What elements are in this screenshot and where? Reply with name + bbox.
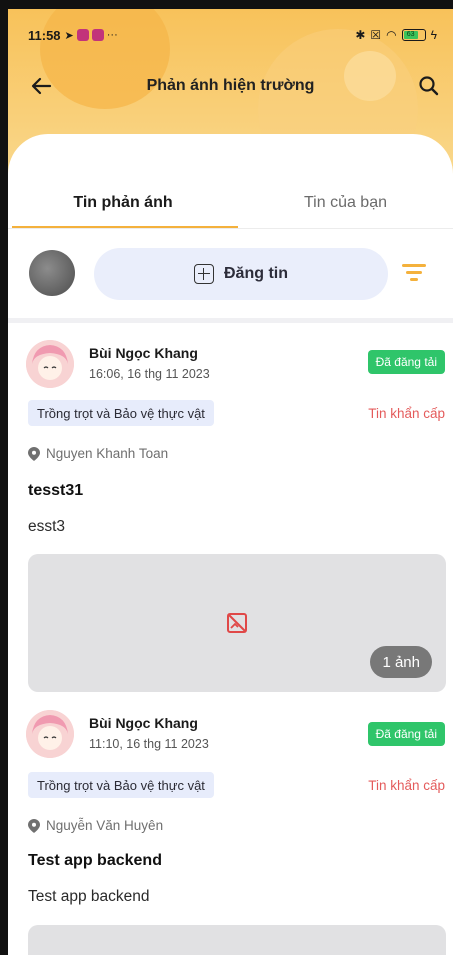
category-tag: Trồng trọt và Bảo vệ thực vật [28,772,214,798]
urgent-label: Tin khẩn cấp [368,406,445,421]
post-title: Test app backend [28,852,162,869]
post-image[interactable] [28,925,446,955]
category-tag: Trồng trọt và Bảo vệ thực vật [28,400,214,426]
post-time: 16:06, 16 thg 11 2023 [89,367,210,381]
location-text: Nguyen Khanh Toan [46,446,169,461]
app-notification-icon [91,29,104,41]
location-row: Nguyễn Văn Huyên [28,818,163,833]
app-bar: Phản ánh hiện trường [8,64,453,108]
urgent-label: Tin khẩn cấp [368,778,445,793]
author-avatar[interactable] [26,340,74,388]
broken-image-icon [227,613,247,633]
tab-tin-phan-anh[interactable]: Tin phản ánh [8,178,238,228]
post-composer: Đăng tin [8,244,453,304]
location-pin-icon [28,818,40,833]
filter-button[interactable] [402,262,426,282]
status-time: 11:58 [28,27,61,43]
window-frame-left [0,0,8,955]
more-notifications-icon: ··· [106,29,118,41]
location-text: Nguyễn Văn Huyên [46,818,164,833]
sim-icon: ☒ [370,28,382,42]
post-time: 11:10, 16 thg 11 2023 [89,737,209,751]
tab-bar: Tin phản ánh Tin của bạn [8,178,453,228]
post-card[interactable]: Bùi Ngọc Khang 11:10, 16 thg 11 2023 Đã … [8,700,453,955]
author-avatar[interactable] [26,710,74,758]
section-separator [8,318,453,323]
post-card[interactable]: Bùi Ngọc Khang 16:06, 16 thg 11 2023 Đã … [8,330,453,700]
search-button[interactable] [415,72,443,100]
image-count-badge: 1 ảnh [370,646,432,678]
wifi-icon: ◠ [386,28,397,42]
post-image[interactable]: 1 ảnh [28,554,446,692]
bluetooth-icon: ✱ [355,28,366,42]
tab-tin-cua-ban[interactable]: Tin của bạn [238,178,453,228]
user-avatar[interactable] [29,250,75,296]
battery-icon: 63 [401,29,426,41]
location-arrow-icon: ➤ [64,29,74,42]
search-icon [419,76,439,96]
page-title: Phản ánh hiện trường [146,77,315,94]
plus-square-icon [194,264,214,284]
author-name[interactable]: Bùi Ngọc Khang [89,345,198,361]
post-body: Test app backend [28,888,150,905]
divider [8,228,453,229]
app-notification-icon [76,29,89,41]
location-row: Nguyen Khanh Toan [28,446,168,461]
post-body: esst3 [28,518,66,535]
window-frame-top [0,0,453,9]
author-name[interactable]: Bùi Ngọc Khang [89,715,198,731]
status-badge: Đã đăng tải [367,350,445,374]
location-pin-icon [28,446,40,461]
create-post-label: Đăng tin [224,265,288,282]
charging-icon: ϟ [430,28,437,42]
post-title: tesst31 [28,482,84,499]
status-badge: Đã đăng tải [367,722,445,746]
status-bar: 11:58 ➤ ··· ✱ ☒ ◠ 63 ϟ [8,22,453,48]
create-post-button[interactable]: Đăng tin [94,248,388,300]
